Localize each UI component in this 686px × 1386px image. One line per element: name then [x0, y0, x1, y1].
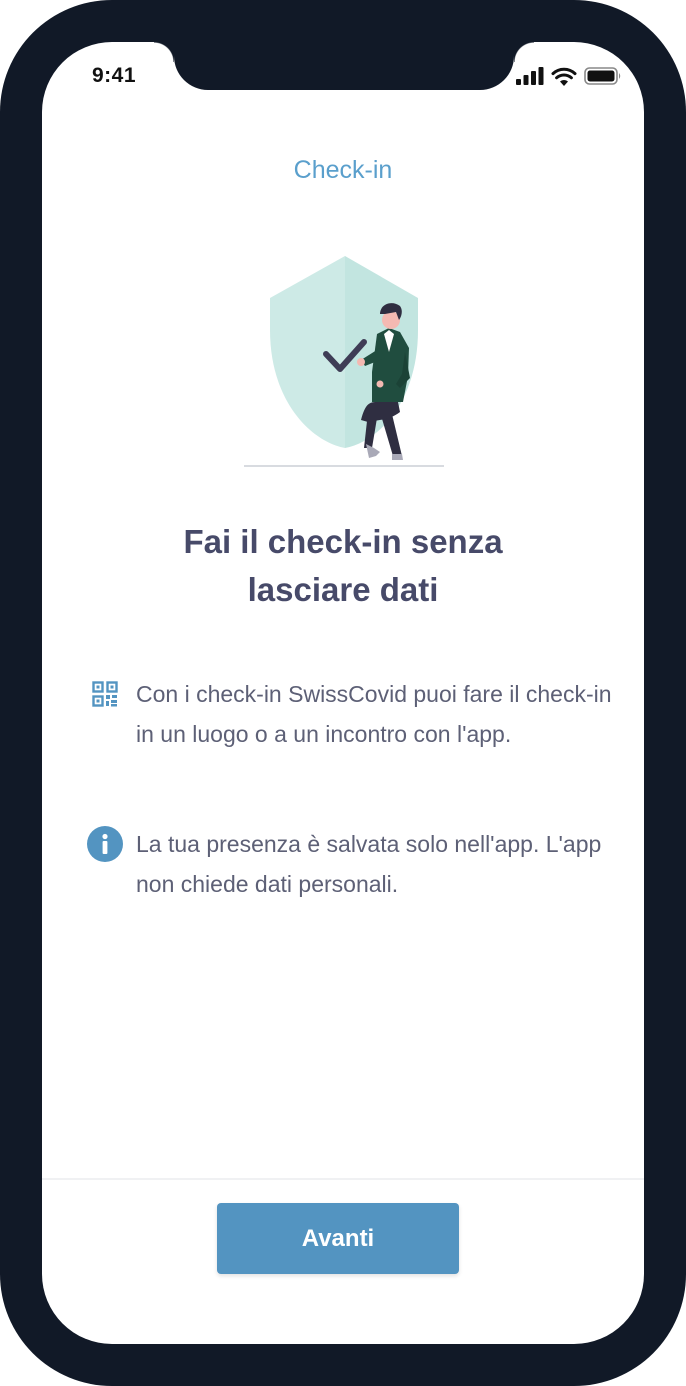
- battery-icon: [584, 67, 621, 85]
- device-frame: 9:41 Check-in Fai il check-in senza lasc…: [0, 0, 686, 1386]
- checkin-shield-illustration: [244, 256, 444, 467]
- info-text-privacy: La tua presenza è salvata solo nell'app.…: [136, 831, 602, 897]
- info-item-privacy: La tua presenza è salvata solo nell'app.…: [74, 824, 624, 904]
- device-notch: [154, 42, 534, 90]
- info-text-checkin: Con i check-in SwissCovid puoi fare il c…: [136, 681, 612, 747]
- wifi-icon: [551, 67, 577, 86]
- qr-code-icon: [92, 681, 118, 707]
- cellular-signal-icon: [516, 67, 544, 85]
- headline-line-1: Fai il check-in senza: [183, 523, 503, 560]
- info-item-checkin: Con i check-in SwissCovid puoi fare il c…: [74, 674, 624, 754]
- info-icon: [87, 826, 123, 862]
- page-title: Check-in: [293, 156, 393, 184]
- app-screen: 9:41 Check-in Fai il check-in senza lasc…: [42, 42, 644, 1344]
- onboarding-headline: Fai il check-in senza lasciare dati: [102, 518, 584, 614]
- footer-divider: [42, 1178, 644, 1180]
- status-icons: [516, 64, 622, 88]
- status-time: 9:41: [92, 64, 137, 87]
- next-button[interactable]: Avanti: [217, 1203, 459, 1274]
- headline-line-2: lasciare dati: [247, 571, 439, 608]
